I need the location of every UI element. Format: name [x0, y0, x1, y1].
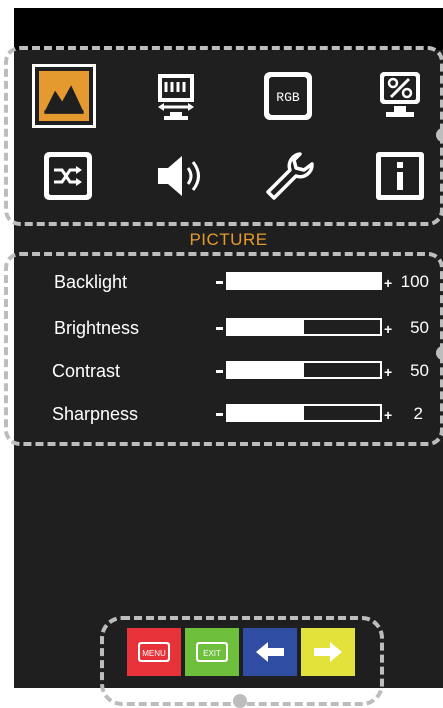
exit-button-icon: EXIT: [196, 642, 228, 662]
setting-label: Brightness: [54, 318, 140, 338]
menu-input-source[interactable]: [36, 144, 100, 208]
picture-icon: [39, 71, 89, 121]
setting-label: Contrast: [52, 361, 121, 381]
menu-rgb[interactable]: RGB: [256, 64, 320, 128]
exit-button-label: EXIT: [203, 649, 221, 658]
right-button[interactable]: [301, 628, 355, 676]
setting-row-backlight[interactable]: Backlight + 100: [14, 268, 443, 298]
percent-adjust-icon: [380, 72, 420, 117]
setting-label: Backlight: [54, 272, 128, 292]
rgb-icon-label: RGB: [276, 90, 300, 105]
slider-fill: [228, 406, 304, 420]
arrow-right-icon: [314, 642, 342, 662]
slider-fill: [228, 320, 304, 334]
decrease-icon[interactable]: [216, 413, 223, 416]
setting-row-contrast[interactable]: Contrast + 50: [14, 357, 443, 387]
osd-title-bar: [14, 8, 443, 50]
menu-picture[interactable]: [32, 64, 96, 128]
setting-value: 2: [413, 404, 423, 423]
arrow-left-icon: [256, 642, 284, 662]
setting-value: 50: [410, 361, 429, 380]
menu-screen-position[interactable]: [144, 64, 208, 128]
menu-info[interactable]: [368, 144, 432, 208]
section-title: PICTURE: [189, 230, 268, 249]
info-icon: [376, 152, 424, 200]
audio-icon: [158, 156, 200, 196]
increase-icon[interactable]: +: [384, 275, 392, 291]
input-source-icon: [44, 152, 92, 200]
exit-button[interactable]: EXIT: [185, 628, 239, 676]
increase-icon[interactable]: +: [384, 407, 392, 423]
setting-value: 100: [400, 272, 429, 291]
slider-fill: [228, 274, 380, 288]
setting-row-sharpness[interactable]: Sharpness + 2: [14, 400, 443, 430]
decrease-icon[interactable]: [216, 370, 223, 373]
icon-group-handle[interactable]: [436, 128, 443, 142]
settings-wrench-icon: [266, 152, 314, 200]
increase-icon[interactable]: +: [384, 364, 392, 380]
menu-button-icon: MENU: [138, 642, 170, 662]
setting-label: Sharpness: [52, 404, 139, 424]
slider-fill: [228, 363, 304, 377]
decrease-icon[interactable]: [216, 327, 223, 330]
setting-row-brightness[interactable]: Brightness + 50: [14, 314, 443, 344]
setting-slider[interactable]: [226, 272, 382, 290]
setting-value: 50: [410, 318, 429, 337]
menu-settings[interactable]: [256, 144, 320, 208]
left-button[interactable]: [243, 628, 297, 676]
setting-slider[interactable]: [226, 404, 382, 422]
setting-slider[interactable]: [226, 361, 382, 379]
menu-button-label: MENU: [142, 649, 166, 658]
setting-slider[interactable]: [226, 318, 382, 336]
rgb-icon: RGB: [264, 72, 312, 120]
osd-panel: RGB PICTURE Backlight + 100 Brightness +…: [4, 8, 443, 688]
menu-audio[interactable]: [148, 144, 212, 208]
menu-button[interactable]: MENU: [127, 628, 181, 676]
menu-percent-adjust[interactable]: [368, 64, 432, 128]
increase-icon[interactable]: +: [384, 321, 392, 337]
screen-position-icon: [158, 74, 194, 120]
decrease-icon[interactable]: [216, 281, 223, 284]
